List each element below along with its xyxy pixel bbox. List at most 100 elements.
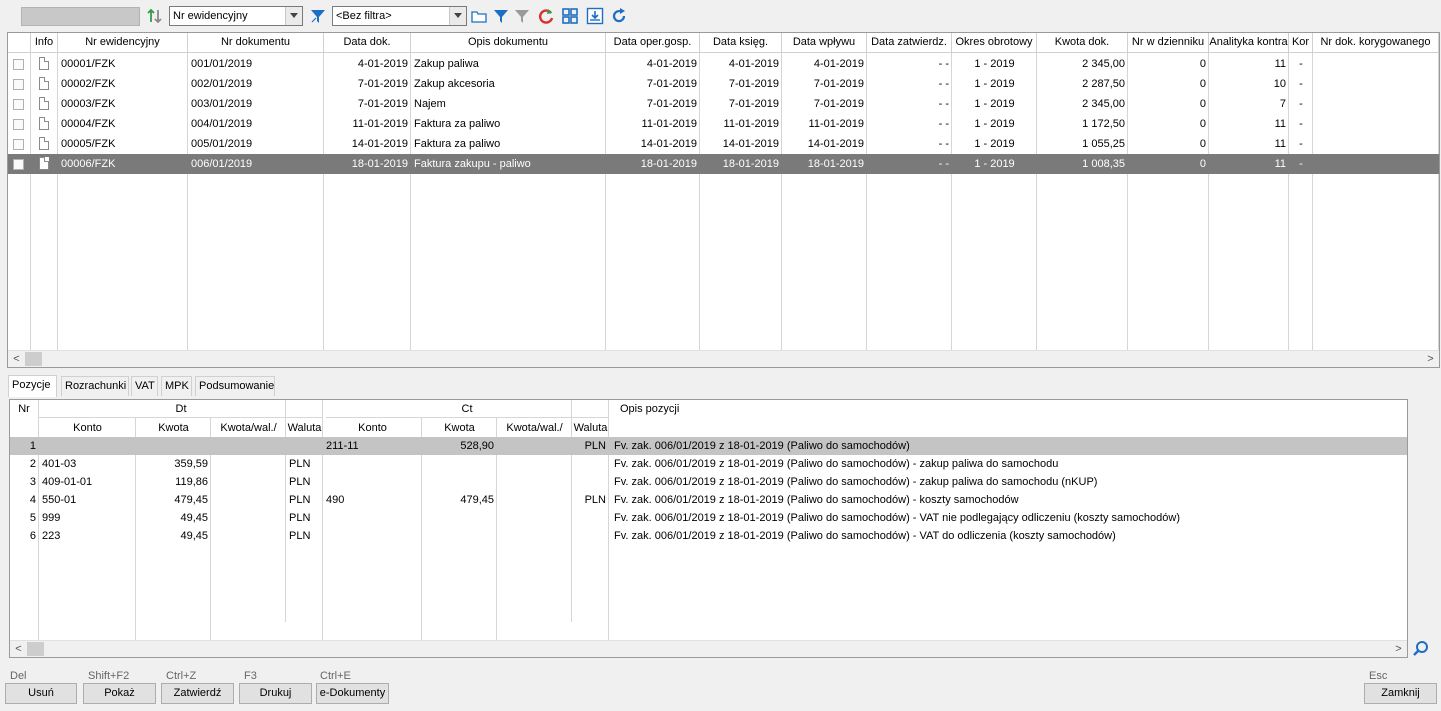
tab-mpk[interactable]: MPK [161, 376, 192, 396]
col-header-data-wplywu[interactable]: Data wpływu [782, 33, 867, 53]
position-row[interactable]: 6 223 49,45 PLN Fv. zak. 006/01/2019 z 18-01… [10, 527, 1407, 545]
position-row[interactable]: 4 550-01 479,45 PLN 490 479,45 PLN Fv. zak. 006… [10, 491, 1407, 509]
scroll-left-icon[interactable]: < [8, 351, 25, 367]
col-header-nr-ewidencyjny[interactable]: Nr ewidencyjny [58, 33, 188, 53]
position-row[interactable]: 1 211-11 528,90 PLN Fv. zak. 006/01/2019 z 1… [10, 437, 1407, 455]
document-icon[interactable] [39, 97, 49, 110]
table-row[interactable]: 00003/FZK 003/01/2019 7-01-2019 Najem 7-01-2… [8, 94, 1439, 114]
grid-horizontal-scrollbar[interactable]: < > [8, 350, 1439, 367]
e-documents-button[interactable]: e-Dokumenty [316, 683, 389, 704]
document-icon[interactable] [39, 157, 49, 170]
cell-kwota-dok: 1 055,25 [1082, 138, 1125, 150]
cell-okres-obrotowy: 1 - 2019 [974, 118, 1015, 130]
document-icon[interactable] [39, 57, 49, 70]
approve-button[interactable]: Zatwierdź [161, 683, 234, 704]
subheader-ct-kwota[interactable]: Kwota [422, 422, 497, 434]
subheader-ct-waluta[interactable]: Waluta [572, 422, 609, 434]
cell-data-zatwierdz: - - [938, 158, 949, 170]
col-header-nr-w-dzienniku[interactable]: Nr w dzienniku [1128, 33, 1209, 53]
document-icon[interactable] [39, 137, 49, 150]
table-row[interactable]: 00006/FZK 006/01/2019 18-01-2019 Faktura za… [8, 154, 1439, 174]
subheader-ct-kwota-wal[interactable]: Kwota/wal./ [497, 422, 572, 434]
row-checkbox[interactable] [13, 59, 24, 70]
cell-ct-waluta: PLN [584, 440, 606, 452]
cell-data-wplywu: 18-01-2019 [807, 158, 864, 170]
scrollbar-thumb[interactable] [27, 642, 44, 656]
grid-icon[interactable] [561, 7, 579, 25]
cell-data-dok: 4-01-2019 [357, 58, 408, 70]
reload-icon[interactable] [610, 7, 628, 25]
cell-ct-konto [323, 473, 422, 491]
chevron-down-icon[interactable] [285, 7, 302, 25]
tab-vat[interactable]: VAT [131, 376, 158, 396]
cell-dt-konto: 550-01 [42, 494, 77, 506]
col-header-checkbox[interactable] [8, 33, 31, 53]
subheader-dt-konto[interactable]: Konto [39, 422, 136, 434]
sort-field-select[interactable]: Nr ewidencyjny [169, 6, 303, 26]
dt-group-divider [39, 417, 322, 418]
row-checkbox[interactable] [13, 79, 24, 90]
cell-nr-w-dzienniku: 0 [1199, 58, 1206, 70]
chevron-down-icon[interactable] [449, 7, 466, 25]
subheader-ct-konto[interactable]: Konto [323, 422, 422, 434]
cell-nr-w-dzienniku: 0 [1199, 118, 1206, 130]
position-row[interactable]: 5 999 49,45 PLN Fv. zak. 006/01/2019 z 18-01… [10, 509, 1407, 527]
col-header-kor[interactable]: Kor [1289, 33, 1313, 53]
cell-data-zatwierdz: - - [938, 78, 949, 90]
tab-rozrachunki[interactable]: Rozrachunki [61, 376, 129, 396]
header-ct: Ct [461, 403, 473, 415]
filter-off-icon[interactable] [513, 7, 531, 25]
col-header-analityka-kontra[interactable]: Analityka kontra [1209, 33, 1289, 53]
table-row[interactable]: 00004/FZK 004/01/2019 11-01-2019 Faktura za… [8, 114, 1439, 134]
positions-horizontal-scrollbar[interactable]: < > [10, 640, 1407, 657]
row-checkbox[interactable] [13, 159, 24, 170]
sort-arrows-icon[interactable] [146, 7, 164, 25]
close-button[interactable]: Zamknij [1364, 683, 1437, 704]
scrollbar-thumb[interactable] [25, 352, 42, 366]
subheader-dt-kwota[interactable]: Kwota [136, 422, 211, 434]
document-icon[interactable] [39, 117, 49, 130]
tab-podsumowanie[interactable]: Podsumowanie [195, 376, 275, 396]
col-header-nr-dokumentu[interactable]: Nr dokumentu [188, 33, 324, 53]
table-row[interactable]: 00005/FZK 005/01/2019 14-01-2019 Faktura za… [8, 134, 1439, 154]
col-header-kwota-dok[interactable]: Kwota dok. [1037, 33, 1128, 53]
col-header-data-oper[interactable]: Data oper.gosp. [606, 33, 700, 53]
row-checkbox[interactable] [13, 99, 24, 110]
position-row[interactable]: 2 401-03 359,59 PLN Fv. zak. 006/01/2019 z 1… [10, 455, 1407, 473]
cell-analityka-kontra: 11 [1274, 158, 1286, 170]
filter-icon[interactable] [492, 7, 510, 25]
cell-ct-kwota: 528,90 [460, 440, 494, 452]
search-icon[interactable] [1412, 640, 1430, 658]
col-header-info[interactable]: Info [31, 33, 58, 53]
col-header-okres-obrotowy[interactable]: Okres obrotowy [952, 33, 1037, 53]
table-row[interactable]: 00002/FZK 002/01/2019 7-01-2019 Zakup akces… [8, 74, 1439, 94]
filter-clear-icon[interactable] [309, 7, 327, 25]
subheader-dt-waluta[interactable]: Waluta [286, 422, 323, 434]
quick-search-input[interactable] [21, 7, 140, 26]
col-header-data-dok[interactable]: Data dok. [324, 33, 411, 53]
scroll-left-icon[interactable]: < [10, 641, 27, 657]
col-header-nr-dok-korygowanego[interactable]: Nr dok. korygowanego [1313, 33, 1439, 53]
col-header-data-ksieg[interactable]: Data księg. [700, 33, 782, 53]
print-button[interactable]: Drukuj [239, 683, 312, 704]
subheader-dt-kwota-wal[interactable]: Kwota/wal./ [211, 422, 286, 434]
tab-pozycje[interactable]: Pozycje [8, 375, 57, 397]
document-icon[interactable] [39, 77, 49, 90]
show-button[interactable]: Pokaż [83, 683, 156, 704]
scroll-right-icon[interactable]: > [1422, 351, 1439, 367]
row-checkbox[interactable] [13, 139, 24, 150]
scroll-right-icon[interactable]: > [1390, 641, 1407, 657]
delete-button[interactable]: Usuń [5, 683, 77, 704]
refresh-icon[interactable] [537, 7, 555, 25]
col-header-data-zatwierdz[interactable]: Data zatwierdz. [867, 33, 952, 53]
col-header-opis-dokumentu[interactable]: Opis dokumentu [411, 33, 606, 53]
export-icon[interactable] [586, 7, 604, 25]
folder-icon[interactable] [470, 7, 488, 25]
table-row[interactable]: 00001/FZK 001/01/2019 4-01-2019 Zakup paliw… [8, 54, 1439, 74]
row-checkbox[interactable] [13, 119, 24, 130]
cell-nr-ewidencyjny: 00002/FZK [61, 78, 116, 90]
filter-select[interactable]: <Bez filtra> [332, 6, 467, 26]
cell-dt-waluta: PLN [289, 530, 311, 542]
position-row[interactable]: 3 409-01-01 119,86 PLN Fv. zak. 006/01/2019 … [10, 473, 1407, 491]
cell-nr-dokumentu: 005/01/2019 [191, 138, 253, 150]
